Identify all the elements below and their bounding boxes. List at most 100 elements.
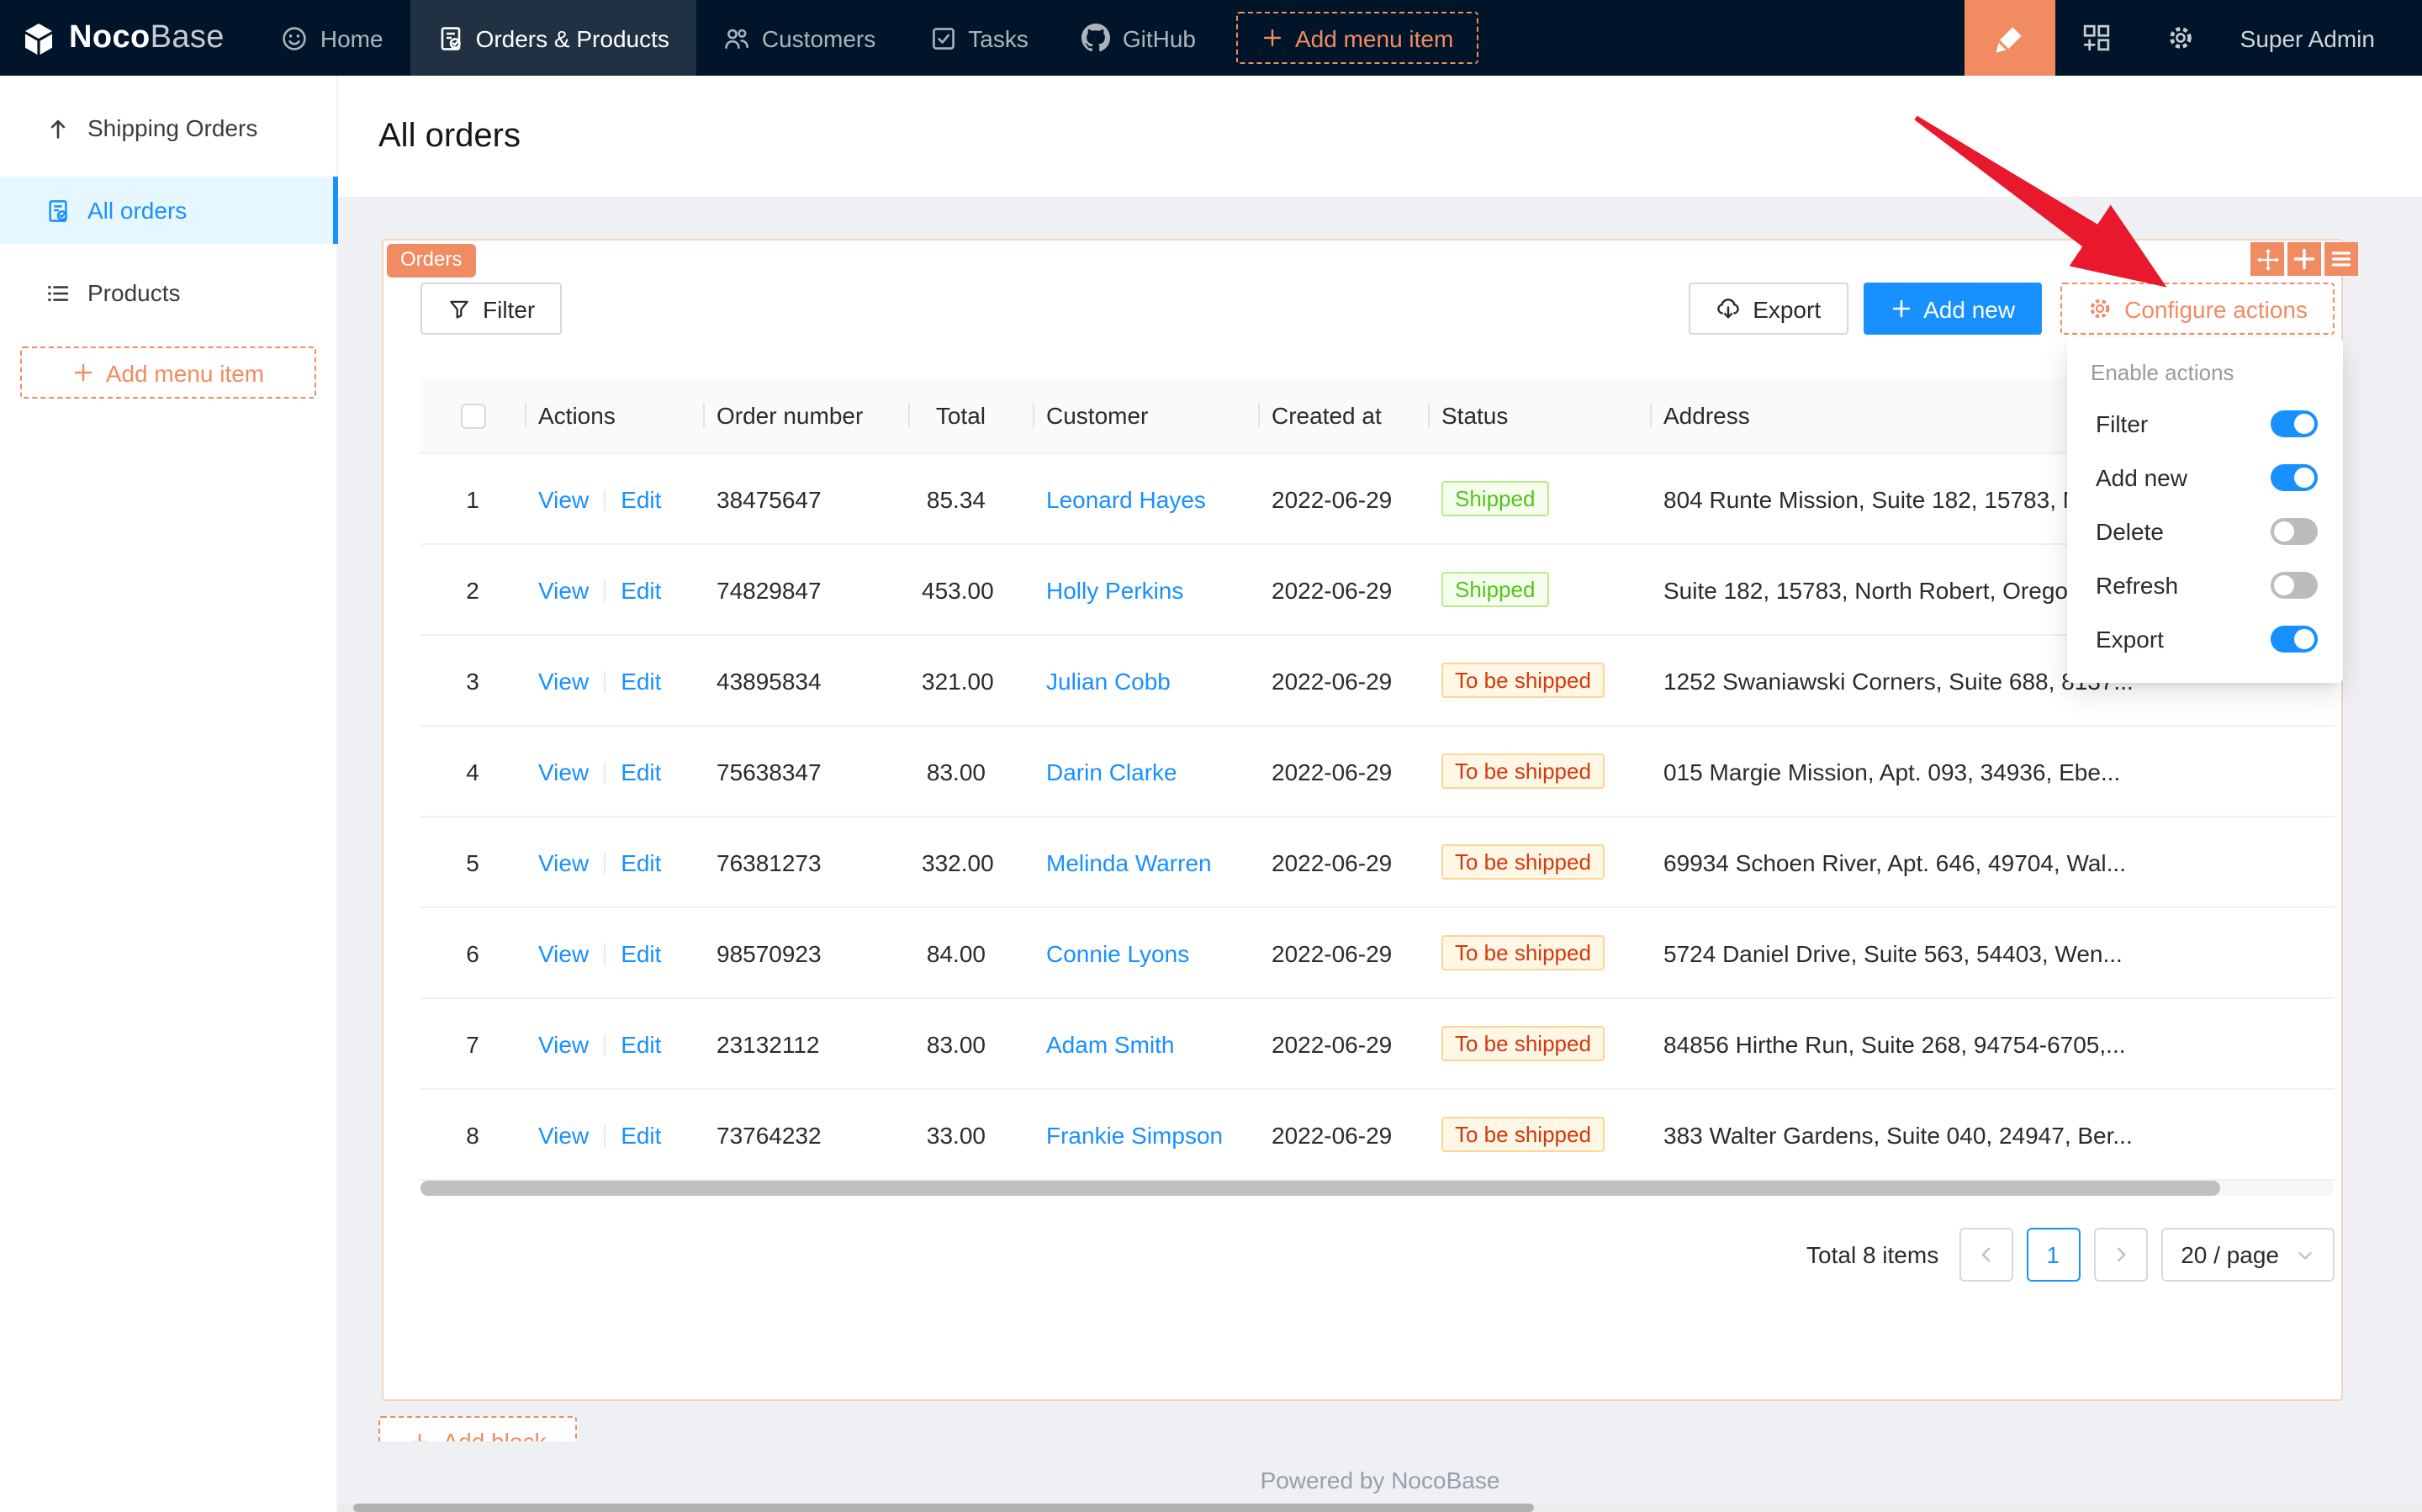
view-link[interactable]: View [538,485,589,512]
nav-tab-orders-products[interactable]: Orders & Products [410,0,696,76]
created-at-cell: 2022-06-29 [1258,817,1428,907]
order-number-cell: 43895834 [703,635,908,726]
sidebar-item-shipping-orders[interactable]: Shipping Orders [0,94,336,161]
dropdown-item-refresh[interactable]: Refresh [2067,558,2343,612]
sidebar-add-menu-item-button[interactable]: Add menu item [20,346,316,399]
dropdown-item-filter[interactable]: Filter [2067,397,2343,451]
edit-link[interactable]: Edit [621,1030,661,1057]
filter-toggle[interactable] [2271,410,2318,437]
nav-tab-label: Tasks [968,24,1029,51]
scrollbar-thumb[interactable] [420,1181,2219,1196]
edit-link[interactable]: Edit [621,576,661,603]
nav-tab-tasks[interactable]: Tasks [902,0,1055,76]
table-row: 8 ViewEdit 73764232 33.00 Frankie Simpso… [420,1089,2335,1180]
customer-link[interactable]: Leonard Hayes [1046,485,1206,512]
customer-link[interactable]: Frankie Simpson [1046,1121,1223,1148]
row-index: 5 [420,817,525,907]
view-link[interactable]: View [538,939,589,966]
customer-link[interactable]: Darin Clarke [1046,758,1177,785]
export-label: Export [1753,295,1821,322]
view-link[interactable]: View [538,1030,589,1057]
cube-logo-icon [20,19,57,56]
created-at-cell: 2022-06-29 [1258,726,1428,817]
select-all-checkbox[interactable] [460,403,485,428]
add-block-button[interactable]: Add block [378,1416,577,1441]
customer-link[interactable]: Connie Lyons [1046,939,1189,966]
edit-link[interactable]: Edit [621,939,661,966]
user-menu[interactable]: Super Admin [2224,24,2422,51]
nav-tab-label: Home [320,24,383,51]
sidebar-item-label: Shipping Orders [87,114,257,141]
sidebar-add-label: Add menu item [106,359,264,386]
view-link[interactable]: View [538,758,589,785]
order-number-cell: 75638347 [703,726,908,817]
ui-editor-button[interactable] [1965,0,2055,76]
add-block-clipped: Add block [378,1416,577,1441]
dropdown-item-export[interactable]: Export [2067,612,2343,666]
row-index: 6 [420,907,525,998]
dropdown-item-label: Add new [2096,464,2187,491]
nav-tab-github[interactable]: GitHub [1055,0,1223,76]
status-cell: Shipped [1428,453,1650,544]
plugin-manager-button[interactable] [2055,0,2139,76]
link-divider [604,1124,606,1146]
link-divider [604,489,606,510]
view-link[interactable]: View [538,849,589,875]
edit-link[interactable]: Edit [621,849,661,875]
add-new-button[interactable]: Add new [1863,283,2042,335]
row-index: 7 [420,998,525,1089]
nocobase-logo[interactable]: NocoBase [0,0,255,76]
gear-icon [2087,296,2113,321]
edit-link[interactable]: Edit [621,1121,661,1148]
order-number-cell: 76381273 [703,817,908,907]
navbar-add-menu-item-button[interactable]: Add menu item [1236,12,1478,64]
edit-link[interactable]: Edit [621,758,661,785]
plugin-blocks-icon [2083,24,2112,52]
customer-link[interactable]: Adam Smith [1046,1030,1175,1057]
refresh-toggle[interactable] [2271,572,2318,599]
next-page-button[interactable] [2093,1228,2147,1282]
page-size-select[interactable]: 20 / page [2160,1228,2335,1282]
export-toggle[interactable] [2271,626,2318,653]
total-cell: 33.00 [908,1089,1033,1180]
customer-link[interactable]: Melinda Warren [1046,849,1212,875]
block-menu-icon[interactable] [2324,242,2358,276]
customer-link[interactable]: Julian Cobb [1046,667,1171,694]
page-scrollbar-thumb[interactable] [353,1504,1534,1512]
address-cell: 015 Margie Mission, Apt. 093, 34936, Ebe… [1650,726,2335,817]
main-area: All orders Orders Fi [338,76,2422,1512]
prev-page-button[interactable] [1959,1228,2012,1282]
dropdown-item-add-new[interactable]: Add new [2067,451,2343,505]
page-number-button[interactable]: 1 [2026,1228,2080,1282]
drag-handle-icon[interactable] [2250,242,2284,276]
sidebar-item-label: All orders [87,197,187,224]
status-cell: To be shipped [1428,998,1650,1089]
view-link[interactable]: View [538,667,589,694]
edit-link[interactable]: Edit [621,667,661,694]
enable-actions-dropdown: Enable actions Filter Add new Delete Ref… [2067,338,2343,683]
delete-toggle[interactable] [2271,518,2318,545]
row-actions: View Edit [525,453,703,544]
status-badge: To be shipped [1441,935,1605,970]
view-link[interactable]: View [538,576,589,603]
sidebar-item-products[interactable]: Products [0,259,336,326]
edit-link[interactable]: Edit [621,485,661,512]
block-collection-tag: Orders [387,244,475,278]
nav-tab-customers[interactable]: Customers [696,0,902,76]
customer-link[interactable]: Holly Perkins [1046,576,1183,603]
add-new-toggle[interactable] [2271,464,2318,491]
configure-actions-button[interactable]: Configure actions [2060,283,2335,335]
row-index: 3 [420,635,525,726]
status-cell: To be shipped [1428,635,1650,726]
nav-tab-home[interactable]: Home [255,0,410,76]
settings-button[interactable] [2139,0,2224,76]
created-at-cell: 2022-06-29 [1258,998,1428,1089]
order-number-cell: 98570923 [703,907,908,998]
sidebar-item-all-orders[interactable]: All orders [0,177,336,244]
view-link[interactable]: View [538,1121,589,1148]
dropdown-item-delete[interactable]: Delete [2067,505,2343,558]
filter-button[interactable]: Filter [420,283,562,335]
add-block-icon[interactable] [2287,242,2321,276]
export-button[interactable]: Export [1689,283,1848,335]
status-badge: Shipped [1441,481,1548,516]
